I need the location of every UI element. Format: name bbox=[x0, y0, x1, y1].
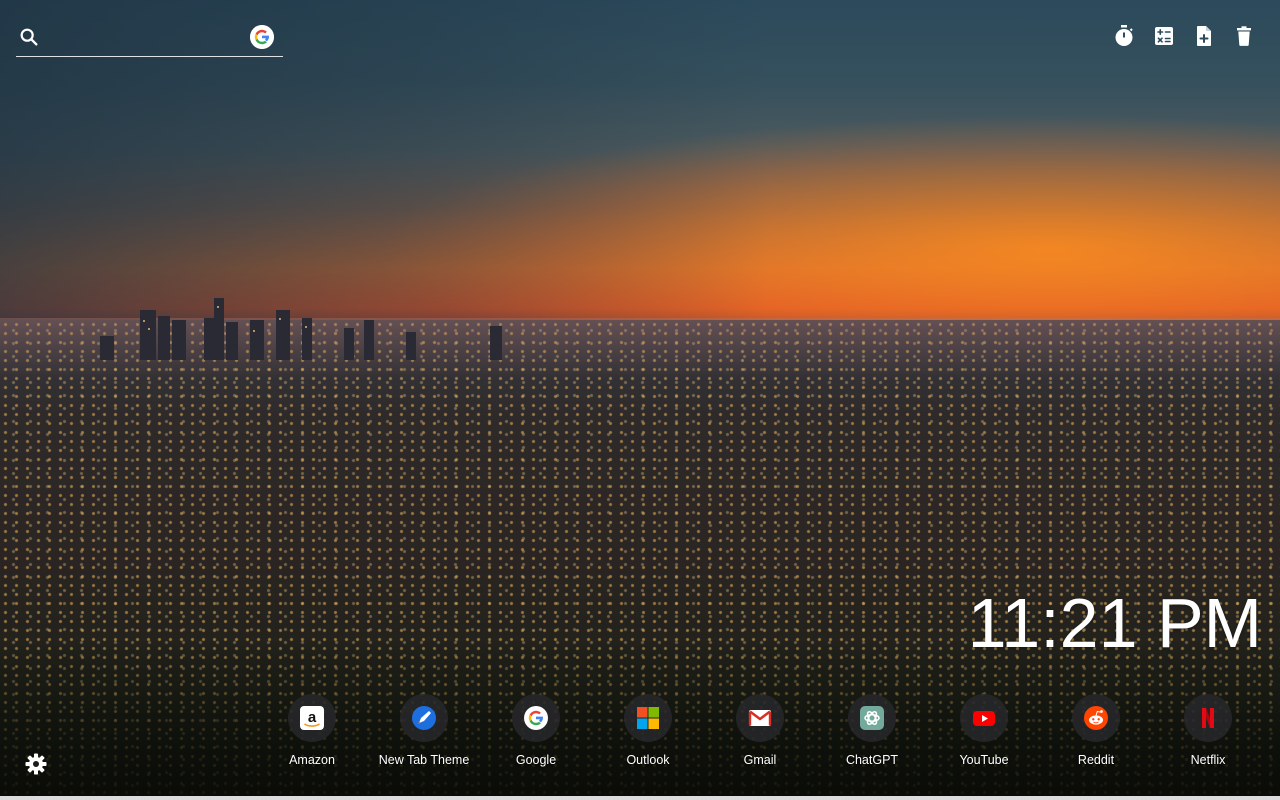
google-g-icon[interactable] bbox=[250, 25, 274, 49]
chatgpt-icon bbox=[860, 706, 884, 730]
shortcut-youtube[interactable]: YouTube bbox=[928, 694, 1040, 774]
shortcut-label: Reddit bbox=[1077, 753, 1115, 767]
shortcut-tile bbox=[960, 694, 1008, 742]
new-note-icon[interactable] bbox=[1192, 24, 1216, 48]
shortcut-grid: a Amazon New Tab Theme Google Outlook Gm… bbox=[256, 694, 1264, 774]
shortcut-netflix[interactable]: Netflix bbox=[1152, 694, 1264, 774]
shortcut-tile bbox=[848, 694, 896, 742]
google-icon bbox=[524, 706, 548, 730]
search-icon[interactable] bbox=[18, 26, 40, 48]
shortcut-label: Google bbox=[515, 753, 557, 767]
shortcut-tile bbox=[1184, 694, 1232, 742]
shortcut-label: Gmail bbox=[743, 753, 777, 767]
bottom-edge bbox=[0, 796, 1280, 800]
youtube-icon bbox=[973, 711, 995, 726]
shortcut-google[interactable]: Google bbox=[480, 694, 592, 774]
shortcut-tile bbox=[400, 694, 448, 742]
shortcut-reddit[interactable]: Reddit bbox=[1040, 694, 1152, 774]
stopwatch-icon[interactable] bbox=[1112, 24, 1136, 48]
shortcut-tile bbox=[736, 694, 784, 742]
shortcut-label: New Tab Theme bbox=[378, 753, 470, 767]
outlook-icon bbox=[637, 707, 659, 729]
wallpaper-background bbox=[0, 0, 1280, 800]
shortcut-tile: a bbox=[288, 694, 336, 742]
svg-text:a: a bbox=[308, 709, 317, 726]
gear-icon[interactable] bbox=[24, 752, 48, 776]
new-tab-theme-icon bbox=[412, 706, 436, 730]
shortcut-label: YouTube bbox=[959, 753, 1009, 767]
shortcut-tile bbox=[624, 694, 672, 742]
shortcut-new-tab-theme[interactable]: New Tab Theme bbox=[368, 694, 480, 774]
shortcut-amazon[interactable]: a Amazon bbox=[256, 694, 368, 774]
shortcut-tile bbox=[1072, 694, 1120, 742]
search-input[interactable] bbox=[50, 24, 244, 52]
gmail-icon bbox=[748, 710, 772, 726]
reddit-icon bbox=[1084, 706, 1108, 730]
shortcut-chatgpt[interactable]: ChatGPT bbox=[816, 694, 928, 774]
clock-time: 11:21 PM bbox=[967, 584, 1262, 662]
netflix-icon bbox=[1202, 708, 1214, 728]
downtown-skyline bbox=[100, 298, 502, 360]
trash-icon[interactable] bbox=[1232, 24, 1256, 48]
shortcut-label: Outlook bbox=[626, 753, 670, 767]
search-bar bbox=[16, 20, 283, 57]
shortcut-tile bbox=[512, 694, 560, 742]
shortcut-label: ChatGPT bbox=[845, 753, 899, 767]
shortcut-label: Netflix bbox=[1190, 753, 1226, 767]
shortcut-label: Amazon bbox=[289, 753, 335, 767]
toolbar bbox=[1112, 24, 1256, 48]
calculator-icon[interactable] bbox=[1152, 24, 1176, 48]
shortcut-gmail[interactable]: Gmail bbox=[704, 694, 816, 774]
shortcut-outlook[interactable]: Outlook bbox=[592, 694, 704, 774]
amazon-icon: a bbox=[300, 706, 324, 730]
